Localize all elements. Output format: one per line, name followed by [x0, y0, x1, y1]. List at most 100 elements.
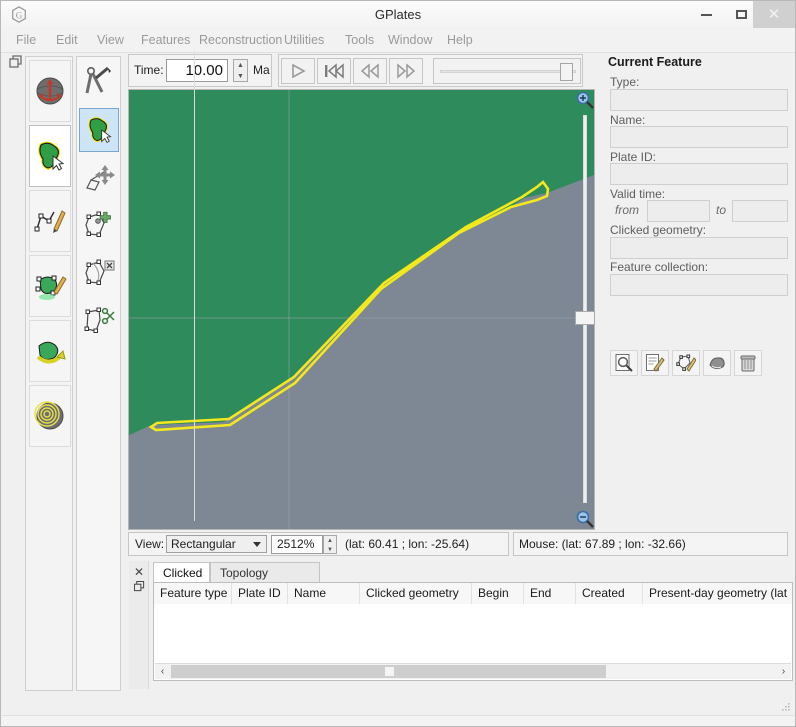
- gplates-main-window: G GPlates ✕ File Edit View Features Reco…: [0, 0, 796, 727]
- panel-divider: [194, 51, 195, 521]
- click-geometry-icon: [88, 117, 112, 144]
- menu-tools[interactable]: Tools: [338, 28, 381, 52]
- projection-value: Rectangular: [171, 537, 236, 551]
- minimize-icon: [701, 13, 712, 16]
- scrollbar-thumb[interactable]: [171, 665, 606, 678]
- scroll-left-button[interactable]: ‹: [155, 664, 170, 679]
- feature-collection-field[interactable]: [610, 274, 788, 296]
- column-header-clicked-geometry[interactable]: Clicked geometry: [360, 583, 472, 604]
- seek-beginning-icon: [325, 63, 344, 79]
- zoom-out-magnifier-icon[interactable]: [576, 510, 594, 528]
- tool-digitise-geometry[interactable]: [29, 190, 71, 252]
- clicked-feature-table[interactable]: Feature type Plate ID Name Clicked geome…: [153, 582, 793, 681]
- tool-delete-vertex[interactable]: [79, 252, 119, 296]
- name-field[interactable]: [610, 126, 788, 148]
- tool-choose-feature[interactable]: [29, 125, 71, 187]
- chevron-down-icon: [253, 542, 261, 547]
- clone-geometry-button[interactable]: [672, 350, 700, 376]
- tool-move-pole[interactable]: [29, 320, 71, 382]
- step-forward-icon: [397, 63, 416, 79]
- mouse-coordinates-label: Mouse: (lat: 67.89 ; lon: -32.66): [519, 537, 686, 551]
- close-button[interactable]: ✕: [753, 1, 795, 28]
- toolbar-undock-handle[interactable]: [9, 55, 23, 69]
- delete-vertex-icon: [85, 259, 115, 285]
- column-header-created[interactable]: Created: [576, 583, 643, 604]
- menu-bar: File Edit View Features Reconstruction U…: [1, 28, 795, 53]
- tool-modify-geometry[interactable]: [29, 255, 71, 317]
- map-canvas[interactable]: [129, 90, 594, 529]
- menu-edit[interactable]: Edit: [49, 28, 85, 52]
- zoom-in-magnifier-icon[interactable]: [576, 91, 594, 109]
- title-bar: G GPlates ✕: [1, 1, 795, 29]
- menu-reconstruction[interactable]: Reconstruction: [192, 28, 289, 52]
- map-viewport[interactable]: [128, 89, 595, 530]
- zoom-slider-track[interactable]: [583, 115, 587, 503]
- camera-coordinates-label: (lat: 60.41 ; lon: -25.64): [345, 537, 470, 551]
- step-forward-button[interactable]: [389, 58, 423, 84]
- table-horizontal-scrollbar[interactable]: ‹ ›: [155, 663, 791, 679]
- zoom-percent-input[interactable]: 2512%: [271, 535, 323, 554]
- tab-clicked[interactable]: Clicked: [153, 562, 210, 583]
- column-header-feature-type[interactable]: Feature type: [154, 583, 232, 604]
- clicked-geometry-field[interactable]: [610, 237, 788, 259]
- tool-insert-vertex[interactable]: [79, 204, 119, 248]
- column-header-present-day-geometry[interactable]: Present-day geometry (lat: [643, 583, 792, 604]
- scroll-right-button[interactable]: ›: [776, 664, 791, 679]
- seek-beginning-button[interactable]: [317, 58, 351, 84]
- clone-feature-button[interactable]: [703, 350, 731, 376]
- time-input[interactable]: 10.00: [166, 59, 228, 82]
- zoom-slider-thumb[interactable]: [575, 311, 595, 325]
- minimize-button[interactable]: [689, 1, 724, 28]
- menu-window[interactable]: Window: [381, 28, 439, 52]
- tool-split-feature[interactable]: [79, 300, 119, 344]
- clicked-geometry-label: Clicked geometry:: [610, 223, 707, 237]
- column-header-end[interactable]: End: [524, 583, 576, 604]
- close-icon: ✕: [767, 6, 781, 23]
- table-body[interactable]: [154, 604, 792, 660]
- clone-geometry-icon: [676, 354, 696, 372]
- edit-feature-button[interactable]: [641, 350, 669, 376]
- menu-file[interactable]: File: [9, 28, 43, 52]
- tool-measure-distance[interactable]: [79, 60, 119, 104]
- time-spinner-down-icon[interactable]: ▼: [234, 71, 247, 82]
- type-field[interactable]: [610, 89, 788, 111]
- delete-feature-button[interactable]: [734, 350, 762, 376]
- feature-collection-label: Feature collection:: [610, 260, 709, 274]
- column-header-name[interactable]: Name: [288, 583, 360, 604]
- valid-from-field[interactable]: [647, 200, 710, 222]
- tool-move-vertex[interactable]: [79, 156, 119, 200]
- slider-thumb[interactable]: [560, 63, 573, 81]
- dock-undock-icon[interactable]: [134, 581, 145, 592]
- plate-id-field[interactable]: [610, 163, 788, 185]
- query-feature-button[interactable]: [610, 350, 638, 376]
- current-feature-title: Current Feature: [608, 55, 702, 69]
- menu-features[interactable]: Features: [134, 28, 197, 52]
- dock-close-button[interactable]: ✕: [134, 565, 144, 579]
- insert-vertex-icon: [85, 211, 111, 237]
- clone-feature-icon: [709, 357, 725, 370]
- valid-to-field[interactable]: [732, 200, 788, 222]
- zoom-percent-spinner[interactable]: ▲ ▼: [323, 535, 337, 554]
- small-circle-icon: [34, 401, 64, 430]
- window-resize-grip[interactable]: [781, 702, 791, 712]
- time-spinner[interactable]: ▲ ▼: [233, 59, 248, 82]
- query-feature-icon: [615, 354, 633, 372]
- zoom-spinner-down-icon[interactable]: ▼: [324, 545, 336, 554]
- scrollbar-grip: [384, 667, 394, 676]
- step-back-button[interactable]: [353, 58, 387, 84]
- menu-view[interactable]: View: [90, 28, 131, 52]
- tab-topology-sections[interactable]: Topology Sections: [210, 562, 320, 600]
- zoom-spinner-up-icon[interactable]: ▲: [324, 536, 336, 545]
- animation-time-slider[interactable]: [433, 58, 581, 84]
- tool-small-circle[interactable]: [29, 385, 71, 447]
- time-spinner-up-icon[interactable]: ▲: [234, 60, 247, 71]
- tool-globe-rotate[interactable]: [29, 60, 71, 122]
- edit-feature-icon: [646, 354, 665, 372]
- column-header-plate-id[interactable]: Plate ID: [232, 583, 288, 604]
- tool-click-geometry[interactable]: [79, 108, 119, 152]
- projection-combobox[interactable]: Rectangular: [166, 535, 267, 553]
- menu-help[interactable]: Help: [440, 28, 480, 52]
- play-button[interactable]: [281, 58, 315, 84]
- column-header-begin[interactable]: Begin: [472, 583, 524, 604]
- menu-utilities[interactable]: Utilities: [277, 28, 331, 52]
